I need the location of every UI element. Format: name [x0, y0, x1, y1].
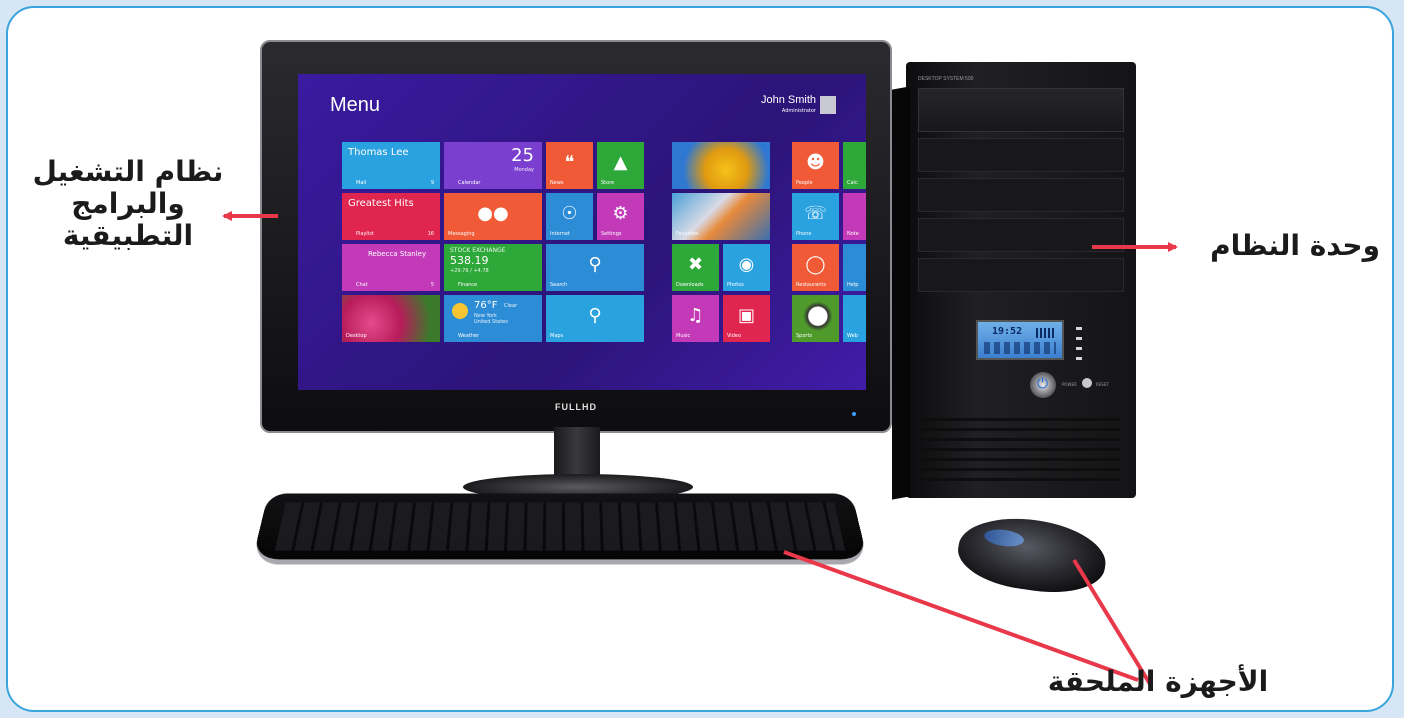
label-os-line1: نظام التشغيل: [32, 155, 224, 188]
label-peripherals: الأجهزة الملحقة: [1047, 665, 1269, 698]
diagram-frame: FULLHD Menu John Smith Administrator Tho…: [6, 6, 1394, 712]
label-os-line3: التطبيقية: [62, 219, 194, 252]
arrows-layer: [222, 211, 1178, 686]
label-os-line2: والبرامج: [71, 187, 185, 220]
label-os-apps: نظام التشغيل والبرامج التطبيقية: [18, 156, 238, 252]
arrow-peripheral-keyboard: [783, 550, 1139, 682]
label-system-unit: وحدة النظام: [1210, 229, 1380, 262]
